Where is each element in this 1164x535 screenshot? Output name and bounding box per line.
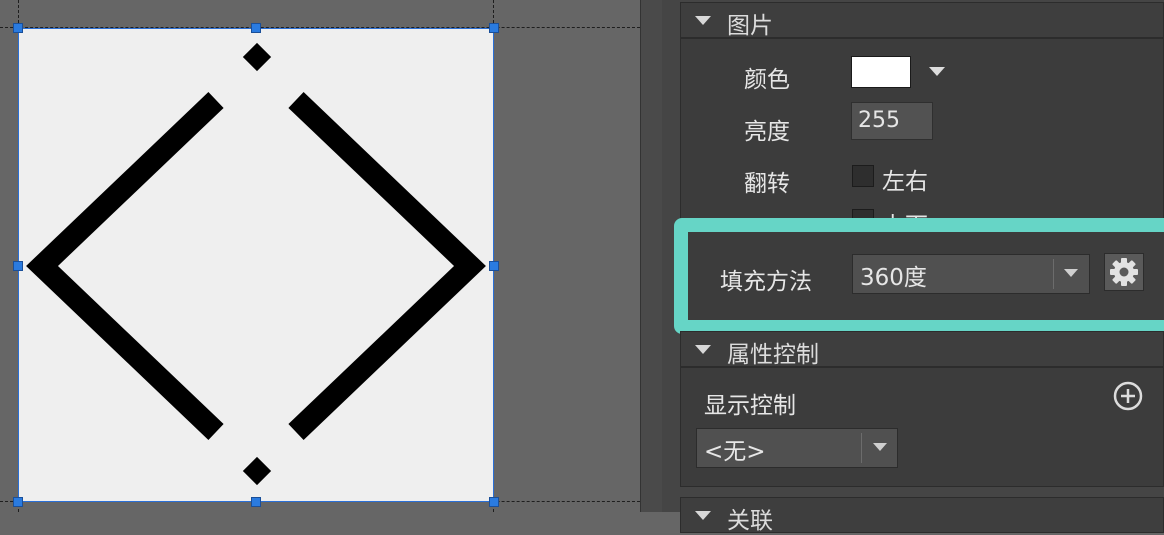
- properties-panel: 图片 颜色 亮度 255 翻转 左右 上下 填充方法 360度 属性控制: [662, 0, 1164, 534]
- section-title-image: 图片: [727, 13, 773, 39]
- chevron-down-icon: [873, 443, 887, 451]
- panel-splitter[interactable]: [640, 0, 662, 512]
- section-title-association: 关联: [727, 508, 773, 534]
- resize-handle-bottom-left[interactable]: [13, 497, 23, 507]
- resize-handle-right[interactable]: [489, 261, 499, 271]
- design-canvas[interactable]: [0, 0, 640, 512]
- color-swatch[interactable]: [851, 56, 911, 88]
- selection-outline: [18, 28, 494, 502]
- collapse-triangle-icon: [695, 16, 711, 25]
- section-header-attributes[interactable]: 属性控制: [680, 331, 1164, 368]
- flip-label: 翻转: [744, 171, 790, 197]
- color-label: 颜色: [744, 67, 790, 93]
- attribute-section-body: [680, 367, 1164, 487]
- resize-handle-bottom-right[interactable]: [489, 497, 499, 507]
- fill-method-select[interactable]: 360度: [852, 254, 1090, 294]
- brightness-label: 亮度: [744, 119, 790, 145]
- fill-settings-button[interactable]: [1104, 253, 1144, 291]
- flip-horizontal-checkbox[interactable]: [852, 165, 874, 187]
- section-header-image[interactable]: 图片: [680, 2, 1164, 39]
- resize-handle-top-left[interactable]: [13, 23, 23, 33]
- collapse-triangle-icon: [695, 345, 711, 354]
- add-display-control-button[interactable]: [1113, 381, 1143, 411]
- plus-circle-icon: [1113, 381, 1143, 411]
- display-control-label: 显示控制: [704, 393, 796, 419]
- dropdown-separator: [861, 433, 862, 463]
- brightness-input[interactable]: 255: [851, 102, 933, 140]
- flip-horizontal-label: 左右: [882, 169, 928, 195]
- color-dropdown-arrow-icon[interactable]: [929, 67, 945, 76]
- collapse-triangle-icon: [695, 511, 711, 520]
- display-control-select[interactable]: <无>: [696, 428, 898, 468]
- resize-handle-bottom[interactable]: [251, 497, 261, 507]
- resize-handle-top-right[interactable]: [489, 23, 499, 33]
- fill-method-label: 填充方法: [720, 269, 812, 295]
- section-title-attributes: 属性控制: [727, 342, 819, 368]
- chevron-down-icon: [1064, 269, 1078, 277]
- resize-handle-left[interactable]: [13, 261, 23, 271]
- display-control-value: <无>: [704, 439, 766, 465]
- fill-method-value: 360度: [860, 265, 927, 291]
- resize-handle-top[interactable]: [251, 23, 261, 33]
- dropdown-separator: [1053, 259, 1054, 289]
- gear-icon: [1110, 258, 1138, 286]
- section-header-association[interactable]: 关联: [680, 497, 1164, 534]
